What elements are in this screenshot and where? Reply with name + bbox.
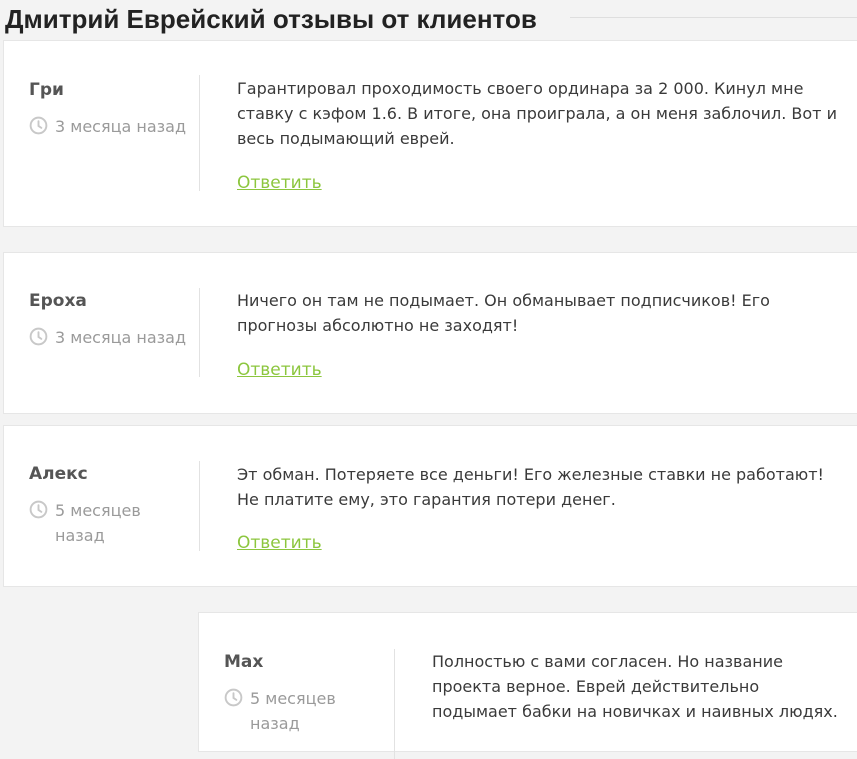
- comment-date: 3 месяца назад: [55, 117, 187, 136]
- comment-text: Ничего он там не подымает. Он обманывает…: [237, 291, 770, 335]
- comment-text: Гарантировал проходимость своего ординар…: [237, 79, 837, 148]
- comments-list: Гри 3 месяца назад Гарантировал проходим…: [0, 0, 857, 759]
- comment-date: 5 месяцев назад: [250, 689, 336, 733]
- clock-icon: [29, 327, 48, 346]
- comment-date: 5 месяцев назад: [55, 501, 141, 545]
- comment-divider: [394, 649, 395, 759]
- reply-card: Max 5 месяцев назад Полностью с вами сог…: [198, 612, 857, 759]
- comment-date: 3 месяца назад: [55, 328, 187, 347]
- comment-card: Алекс 5 месяцев назад Эт обман. Потеряет…: [3, 425, 857, 587]
- reply-link[interactable]: Ответить: [237, 172, 322, 194]
- clock-icon: [29, 116, 48, 135]
- reply-link[interactable]: Ответить: [237, 532, 322, 554]
- comment-divider: [199, 75, 200, 191]
- comment-author: Алекс: [29, 464, 88, 484]
- reply-link[interactable]: Ответить: [237, 359, 322, 381]
- clock-icon: [29, 500, 48, 519]
- clock-icon: [224, 688, 243, 707]
- comment-divider: [199, 461, 200, 551]
- comment-card: Ероха 3 месяца назад Ничего он там не по…: [3, 252, 857, 414]
- comment-card: Гри 3 месяца назад Гарантировал проходим…: [3, 40, 857, 227]
- comment-author: Ероха: [29, 291, 87, 311]
- comment-divider: [199, 288, 200, 377]
- comment-text: Эт обман. Потеряете все деньги! Его желе…: [237, 465, 824, 509]
- comment-author: Гри: [29, 80, 64, 100]
- comment-author: Max: [224, 652, 264, 672]
- comment-text: Полностью с вами согласен. Но название п…: [432, 652, 838, 721]
